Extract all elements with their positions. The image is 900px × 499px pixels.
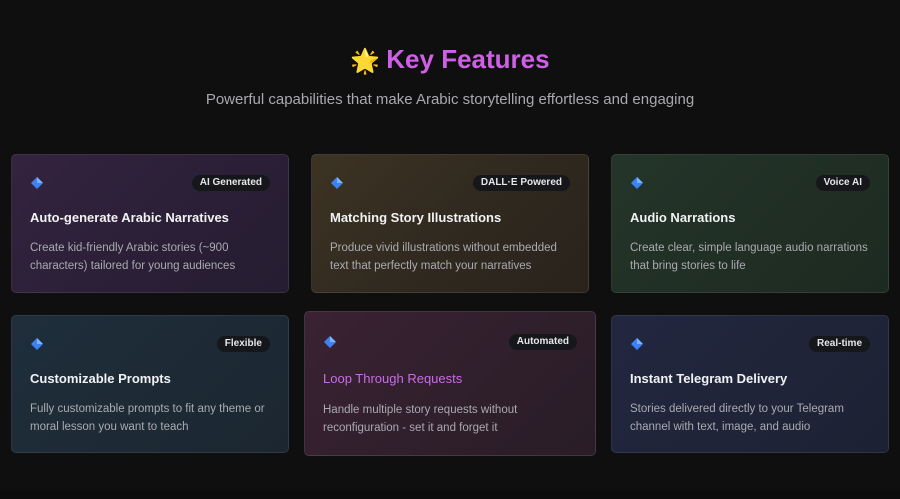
blue-diamond-icon — [331, 177, 343, 189]
feature-card-telegram-delivery: Real-time Instant Telegram Delivery Stor… — [611, 315, 889, 453]
feature-badge: Automated — [508, 334, 577, 350]
blue-diamond-icon — [31, 177, 43, 189]
feature-description: Create kid-friendly Arabic stories (~900… — [30, 242, 236, 272]
feature-badge: Real-time — [808, 336, 870, 352]
feature-description: Handle multiple story requests without r… — [323, 404, 518, 434]
feature-badge: DALL·E Powered — [472, 175, 570, 191]
feature-title: Auto-generate Arabic Narratives — [30, 210, 229, 225]
feature-badge: Flexible — [216, 336, 270, 352]
feature-badge: Voice AI — [815, 175, 870, 191]
feature-description: Stories delivered directly to your Teleg… — [630, 403, 844, 433]
feature-title: Matching Story Illustrations — [330, 210, 502, 225]
feature-title: Instant Telegram Delivery — [630, 371, 788, 386]
feature-badge: AI Generated — [191, 175, 270, 191]
blue-diamond-icon — [631, 338, 643, 350]
feature-card-loop-requests[interactable]: Automated Loop Through Requests Handle m… — [304, 311, 596, 456]
section-title-text: Key Features — [386, 44, 550, 74]
feature-description: Produce vivid illustrations without embe… — [330, 242, 557, 272]
blue-diamond-icon — [31, 338, 43, 350]
feature-description: Create clear, simple language audio narr… — [630, 242, 868, 272]
feature-title: Customizable Prompts — [30, 371, 171, 386]
section-divider — [0, 490, 900, 499]
blue-diamond-icon — [324, 336, 336, 348]
feature-card-audio-narrations: Voice AI Audio Narrations Create clear, … — [611, 154, 889, 293]
feature-title: Loop Through Requests — [323, 371, 463, 386]
blue-diamond-icon — [631, 177, 643, 189]
feature-description: Fully customizable prompts to fit any th… — [30, 403, 265, 433]
features-section: 🌟 Key Features Powerful capabilities that… — [0, 0, 900, 499]
feature-card-arabic-narratives: AI Generated Auto-generate Arabic Narrat… — [11, 154, 289, 293]
section-subtitle: Powerful capabilities that make Arabic s… — [205, 91, 695, 108]
feature-title: Audio Narrations — [630, 210, 736, 225]
glowing-star-icon: 🌟 — [350, 48, 381, 75]
section-title: 🌟 Key Features — [0, 42, 900, 79]
feature-card-customizable-prompts: Flexible Customizable Prompts Fully cust… — [11, 315, 289, 453]
feature-card-story-illustrations: DALL·E Powered Matching Story Illustrati… — [311, 154, 589, 293]
